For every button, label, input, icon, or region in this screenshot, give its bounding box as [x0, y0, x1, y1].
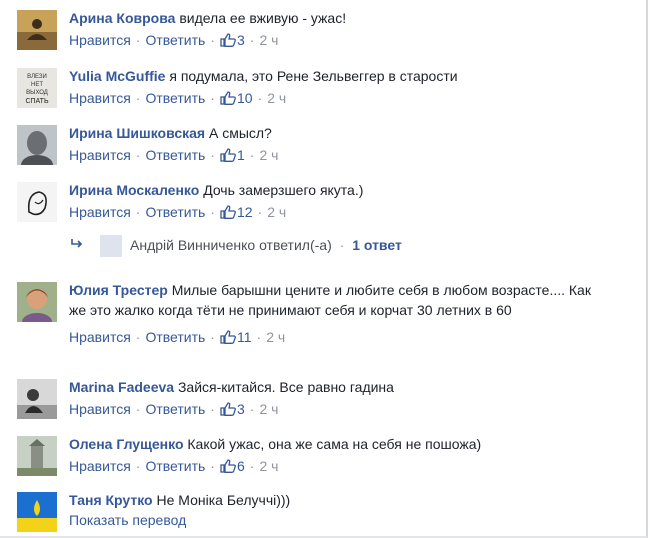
separator: ·	[135, 458, 141, 474]
like-link[interactable]: Нравится	[69, 401, 131, 417]
timestamp[interactable]: 2 ч	[267, 204, 286, 220]
timestamp[interactable]: 2 ч	[259, 458, 278, 474]
separator: ·	[210, 204, 215, 220]
reply-verb: ответил(-а)	[259, 237, 332, 253]
comment-author[interactable]: Ирина Москаленко	[69, 182, 199, 198]
separator: ·	[249, 147, 255, 163]
separator: ·	[257, 204, 263, 220]
like-link[interactable]: Нравится	[69, 32, 131, 48]
comment-actions: Нравится · Ответить · 6 · 2 ч	[69, 456, 630, 478]
separator: ·	[257, 90, 263, 106]
comment-actions: Нравится · Ответить · 12 · 2 ч	[69, 202, 630, 224]
reply-link[interactable]: Ответить	[145, 32, 205, 48]
reply-link[interactable]: Ответить	[145, 329, 205, 345]
svg-text:ВЫХОД: ВЫХОД	[26, 90, 48, 96]
comment-actions: Нравится · Ответить · 3 · 2 ч	[69, 399, 630, 421]
like-link[interactable]: Нравится	[69, 458, 131, 474]
like-link[interactable]: Нравится	[69, 204, 131, 220]
like-count[interactable]: 10	[220, 90, 253, 106]
reply-count-link[interactable]: 1 ответ	[352, 237, 402, 253]
separator: ·	[135, 204, 141, 220]
reply-link[interactable]: Ответить	[145, 401, 205, 417]
thumbs-up-icon	[220, 329, 236, 349]
avatar[interactable]: ВЛЕЗИ НЕТ ВЫХОД СПАТЬ	[17, 68, 57, 108]
thumbs-up-icon	[220, 90, 236, 110]
timestamp[interactable]: 2 ч	[267, 90, 286, 106]
avatar[interactable]	[17, 436, 57, 476]
separator: ·	[256, 329, 262, 345]
comment-text: А смысл?	[208, 125, 272, 141]
avatar[interactable]	[17, 282, 57, 322]
separator: ·	[210, 329, 215, 345]
thumbs-up-icon	[220, 401, 236, 421]
separator: ·	[135, 32, 141, 48]
comment-text: я подумала, это Рене Зельвеггер в старос…	[169, 68, 458, 84]
like-count[interactable]: 12	[220, 204, 253, 220]
svg-text:СПАТЬ: СПАТЬ	[25, 98, 48, 105]
like-count[interactable]: 1	[220, 147, 245, 163]
like-link[interactable]: Нравится	[69, 147, 131, 163]
separator: ·	[135, 401, 141, 417]
separator: ·	[249, 401, 255, 417]
comment-author[interactable]: Таня Крутко	[69, 492, 153, 508]
separator: ·	[210, 458, 215, 474]
reply-thread-row[interactable]: Андрій Винниченко ответил(-а) · 1 ответ	[70, 233, 402, 258]
show-translation-link[interactable]: Показать перевод	[69, 510, 630, 530]
reply-link[interactable]: Ответить	[145, 458, 205, 474]
reply-link[interactable]: Ответить	[145, 204, 205, 220]
like-count[interactable]: 6	[220, 458, 245, 474]
svg-text:НЕТ: НЕТ	[31, 82, 43, 88]
separator: ·	[210, 147, 215, 163]
comment-author[interactable]: Yulia McGuffie	[69, 68, 165, 84]
separator: ·	[210, 32, 215, 48]
comment-author[interactable]: Marina Fadeeva	[69, 379, 174, 395]
timestamp[interactable]: 2 ч	[266, 329, 285, 345]
comment-actions: Нравится · Ответить · 11 · 2 ч	[69, 327, 630, 349]
timestamp[interactable]: 2 ч	[259, 32, 278, 48]
timestamp[interactable]: 2 ч	[259, 401, 278, 417]
reply-avatar[interactable]	[100, 235, 122, 258]
thumbs-up-icon	[220, 458, 236, 478]
separator: ·	[249, 32, 255, 48]
like-link[interactable]: Нравится	[69, 329, 131, 345]
reply-arrow-icon	[70, 233, 90, 257]
separator: ·	[135, 90, 141, 106]
avatar[interactable]	[17, 492, 57, 532]
separator: ·	[210, 90, 215, 106]
thumbs-up-icon	[220, 32, 236, 52]
avatar[interactable]	[17, 379, 57, 419]
comment-text: видела ее вживую - ужас!	[179, 10, 347, 26]
like-count[interactable]: 11	[220, 329, 252, 345]
separator: ·	[135, 147, 141, 163]
comment-text: Дочь замерзшего якута.)	[203, 182, 364, 198]
timestamp[interactable]: 2 ч	[259, 147, 278, 163]
comment-author[interactable]: Арина Коврова	[69, 10, 175, 26]
thumbs-up-icon	[220, 204, 236, 224]
avatar-text: ВЛЕЗИ	[27, 74, 47, 80]
comment-author[interactable]: Олена Глущенко	[69, 436, 184, 452]
avatar[interactable]	[17, 125, 57, 165]
comment-author[interactable]: Ирина Шишковская	[69, 125, 205, 141]
reply-author[interactable]: Андрій Винниченко	[130, 237, 255, 253]
like-count[interactable]: 3	[220, 32, 245, 48]
reply-link[interactable]: Ответить	[145, 147, 205, 163]
comment-text: Не Моніка Белуччі)))	[156, 492, 291, 508]
comment-actions: Нравится · Ответить · 1 · 2 ч	[69, 145, 630, 167]
avatar[interactable]	[17, 10, 57, 50]
comments-panel: Арина Коврова видела ее вживую - ужас! Н…	[0, 0, 648, 538]
comment-text: Какой ужас, она же сама на себя не пошож…	[187, 436, 482, 452]
separator: ·	[135, 329, 141, 345]
comment-actions: Нравится · Ответить · 10 · 2 ч	[69, 88, 630, 110]
thumbs-up-icon	[220, 147, 236, 167]
reply-link[interactable]: Ответить	[145, 90, 205, 106]
avatar[interactable]	[17, 182, 57, 222]
comment-author[interactable]: Юлия Трестер	[69, 282, 168, 298]
comment-text: Зайся-китайся. Все равно гадина	[177, 379, 394, 395]
separator: ·	[249, 458, 255, 474]
comment-actions: Нравится · Ответить · 3 · 2 ч	[69, 30, 630, 52]
separator: ·	[339, 237, 345, 253]
like-link[interactable]: Нравится	[69, 90, 131, 106]
separator: ·	[210, 401, 215, 417]
like-count[interactable]: 3	[220, 401, 245, 417]
